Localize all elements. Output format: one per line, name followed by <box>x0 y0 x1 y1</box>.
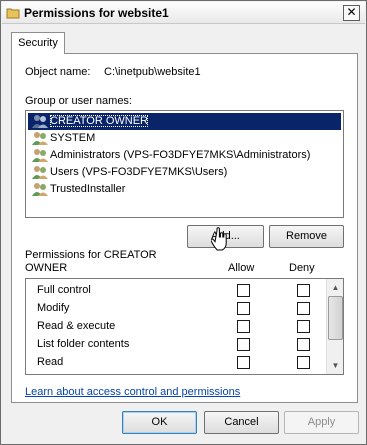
user-group-icon <box>32 115 48 128</box>
list-item[interactable]: Users (VPS-FO3DFYE7MKS\Users) <box>28 164 341 181</box>
allow-checkbox[interactable] <box>237 356 250 369</box>
deny-header: Deny <box>289 262 315 274</box>
permission-row: Full control <box>26 282 328 300</box>
access-control-help-link[interactable]: Learn about access control and permissio… <box>25 386 240 398</box>
object-name-label: Object name: <box>25 66 91 78</box>
list-item-label: Administrators (VPS-FO3DFYE7MKS\Administ… <box>50 149 311 161</box>
permission-name: Read & execute <box>37 320 116 332</box>
permission-row: Read & execute <box>26 318 328 336</box>
allow-checkbox[interactable] <box>237 320 250 333</box>
permissions-dialog: Permissions for website1 ✕ Security Obje… <box>0 0 367 445</box>
list-item[interactable]: CREATOR OWNER <box>28 113 341 130</box>
permissions-scrollbar[interactable]: ▲ ▼ <box>326 279 343 374</box>
tab-security[interactable]: Security <box>11 32 65 54</box>
permissions-for-label-line1: Permissions for CREATOR <box>25 249 157 261</box>
ok-button[interactable]: OK <box>122 411 197 434</box>
allow-header: Allow <box>228 262 255 274</box>
list-item-label: TrustedInstaller <box>50 183 126 195</box>
user-group-icon <box>32 166 48 179</box>
deny-checkbox[interactable] <box>297 338 310 351</box>
scroll-down-icon[interactable]: ▼ <box>327 357 344 374</box>
list-item[interactable]: SYSTEM <box>28 130 341 147</box>
permission-row: Modify <box>26 300 328 318</box>
scroll-thumb[interactable] <box>328 296 343 340</box>
permissions-for-label-line2: OWNER <box>25 262 68 274</box>
permission-name: Full control <box>37 284 91 296</box>
deny-checkbox[interactable] <box>297 320 310 333</box>
permission-name: List folder contents <box>37 338 130 350</box>
list-item-label: CREATOR OWNER <box>50 115 148 127</box>
list-item[interactable]: TrustedInstaller <box>28 181 341 198</box>
cancel-button[interactable]: Cancel <box>204 411 279 434</box>
permission-name: Read <box>37 356 64 368</box>
group-names-label: Group or user names: <box>25 95 132 107</box>
user-group-icon <box>32 149 48 162</box>
deny-checkbox[interactable] <box>297 302 310 315</box>
deny-checkbox[interactable] <box>297 284 310 297</box>
deny-checkbox[interactable] <box>297 356 310 369</box>
scroll-up-icon[interactable]: ▲ <box>327 279 344 296</box>
permission-row: List folder contents <box>26 336 328 354</box>
apply-button[interactable]: Apply <box>284 411 359 434</box>
allow-checkbox[interactable] <box>237 338 250 351</box>
object-name-value: C:\inetpub\website1 <box>104 66 201 78</box>
allow-checkbox[interactable] <box>237 284 250 297</box>
user-group-icon <box>32 132 48 145</box>
list-item-label: Users (VPS-FO3DFYE7MKS\Users) <box>50 166 228 178</box>
title-bar[interactable]: Permissions for website1 ✕ <box>2 2 365 24</box>
allow-checkbox[interactable] <box>237 302 250 315</box>
close-icon: ✕ <box>346 5 357 19</box>
permissions-list[interactable]: Full control Modify Read & execute List … <box>25 278 344 375</box>
mouse-pointer-icon <box>211 227 227 251</box>
group-user-list[interactable]: CREATOR OWNER SYSTEM Administrators (VPS… <box>25 110 344 218</box>
permission-row: Read <box>26 354 328 372</box>
user-group-icon <box>32 183 48 196</box>
list-item[interactable]: Administrators (VPS-FO3DFYE7MKS\Administ… <box>28 147 341 164</box>
window-title: Permissions for website1 <box>24 6 169 20</box>
remove-button[interactable]: Remove <box>269 225 344 248</box>
list-item-label: SYSTEM <box>50 132 96 144</box>
folder-icon <box>6 8 20 19</box>
close-button[interactable]: ✕ <box>343 5 360 21</box>
permission-name: Modify <box>37 302 70 314</box>
